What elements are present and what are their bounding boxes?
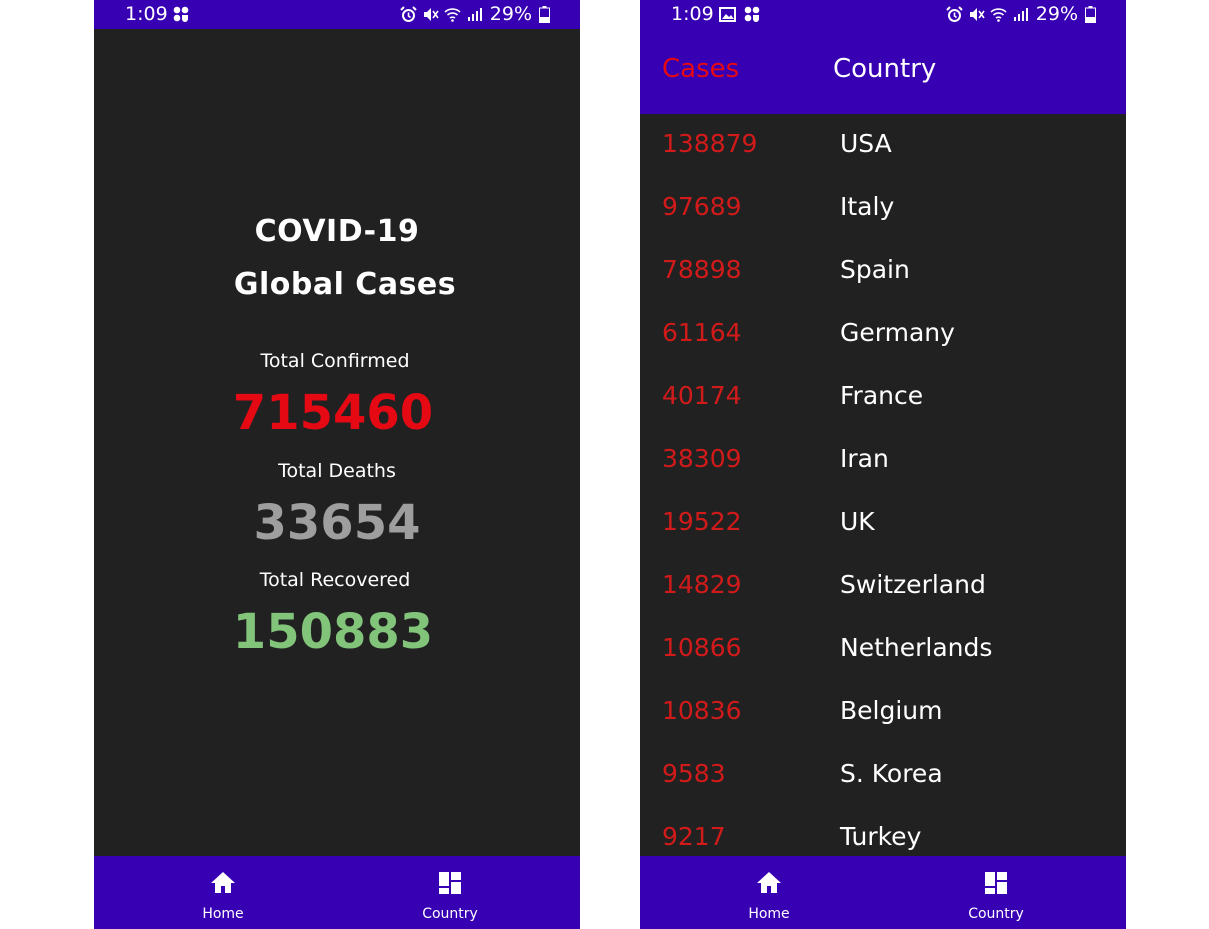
status-bar: 1:09 29% [94,0,580,29]
signal-icon [467,7,482,21]
total-confirmed-value: 715460 [232,385,434,441]
home-icon [211,872,235,893]
mute-icon [423,7,439,21]
list-item[interactable]: 10836 Belgium [640,681,1126,744]
list-item[interactable]: 14829 Switzerland [640,555,1126,618]
row-country: France [840,381,924,410]
country-list[interactable]: 138879 USA 97689 Italy 78898 Spain 61164 German… [640,114,1126,856]
nav-item-home[interactable]: Home [709,856,829,929]
mute-icon [969,7,985,21]
nav-label-country: Country [968,906,1024,922]
row-cases: 38309 [662,444,742,473]
page-title-line1: COVID-19 [254,214,420,249]
list-item[interactable]: 97689 Italy [640,177,1126,240]
row-cases: 97689 [662,192,742,221]
row-cases: 9217 [662,822,726,851]
list-item[interactable]: 61164 Germany [640,303,1126,366]
nav-label-home: Home [748,906,790,922]
status-left-icons [173,6,190,23]
dashboard-icon [439,872,461,894]
status-right-icons: 29% [400,3,550,25]
list-item[interactable]: 19522 UK [640,492,1126,555]
row-country: S. Korea [840,759,943,788]
row-cases: 138879 [662,129,758,158]
wifi-icon [990,7,1007,22]
row-cases: 61164 [662,318,742,347]
list-item[interactable]: 10866 Netherlands [640,618,1126,681]
wifi-icon [444,7,461,22]
row-country: USA [840,129,892,158]
total-deaths-value: 33654 [253,495,421,551]
nav-item-home[interactable]: Home [163,856,283,929]
list-item[interactable]: 138879 USA [640,114,1126,177]
nav-label-country: Country [422,906,478,922]
bottom-navigation: Home Country [94,856,580,929]
status-right-icons: 29% [946,3,1096,25]
page-title-line2: Global Cases [233,267,457,302]
row-country: Spain [840,255,910,284]
gallery-icon [719,7,736,22]
total-recovered-value: 150883 [232,604,434,660]
alarm-icon [400,5,417,22]
home-icon [757,872,781,893]
total-deaths-label: Total Deaths [278,460,396,482]
country-screen: 1:09 29% Cases Country 138879 USA 97689 … [640,0,1126,929]
row-country: Belgium [840,696,943,725]
nav-item-country[interactable]: Country [390,856,510,929]
row-country: Netherlands [840,633,993,662]
row-country: UK [840,507,875,536]
battery-icon [1085,5,1096,23]
battery-percent: 29% [1035,3,1078,25]
total-confirmed-label: Total Confirmed [260,350,410,372]
list-item[interactable]: 9583 S. Korea [640,744,1126,807]
row-cases: 9583 [662,759,726,788]
nav-label-home: Home [202,906,244,922]
list-item[interactable]: 40174 France [640,366,1126,429]
bottom-navigation: Home Country [640,856,1126,929]
battery-percent: 29% [489,3,532,25]
app-notification-icon [173,6,189,22]
dashboard-icon [985,872,1007,894]
app-notification-icon [744,6,760,22]
status-time: 1:09 [671,3,714,25]
list-item[interactable]: 38309 Iran [640,429,1126,492]
alarm-icon [946,5,963,22]
row-cases: 19522 [662,507,742,536]
row-cases: 78898 [662,255,742,284]
home-screen: 1:09 29% COVID-19 Global Cases Total Con… [94,0,580,929]
list-item[interactable]: 9217 Turkey [640,807,1126,856]
row-country: Germany [840,318,955,347]
row-cases: 10836 [662,696,742,725]
status-left-icons [719,6,761,23]
status-time: 1:09 [125,3,168,25]
row-cases: 40174 [662,381,742,410]
row-country: Turkey [840,822,922,851]
signal-icon [1013,7,1028,21]
column-header-cases: Cases [662,54,740,84]
row-country: Italy [840,192,895,221]
list-item[interactable]: 78898 Spain [640,240,1126,303]
row-cases: 10866 [662,633,742,662]
table-header: Cases Country [640,29,1126,114]
status-bar: 1:09 29% [640,0,1126,29]
battery-icon [539,5,550,23]
column-header-country: Country [833,54,937,84]
row-cases: 14829 [662,570,742,599]
row-country: Iran [840,444,889,473]
row-country: Switzerland [840,570,986,599]
total-recovered-label: Total Recovered [259,569,411,591]
nav-item-country[interactable]: Country [936,856,1056,929]
